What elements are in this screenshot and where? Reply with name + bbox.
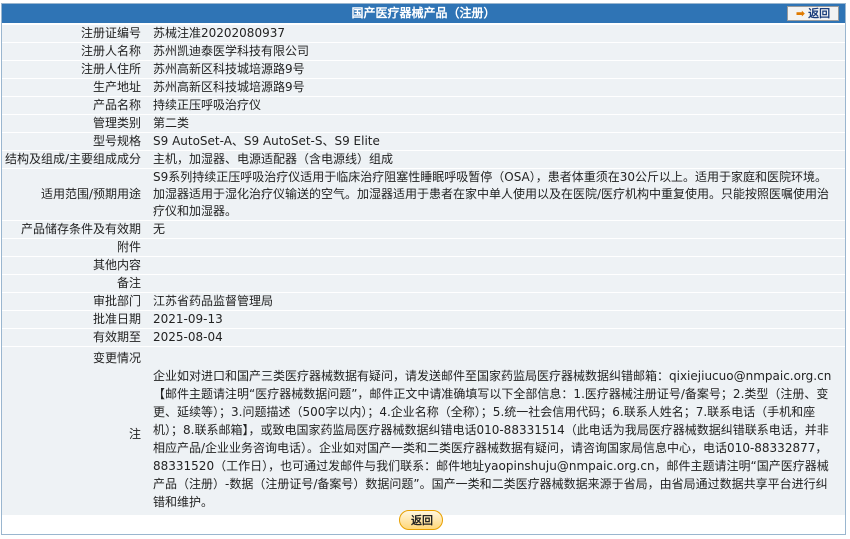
field-value — [147, 257, 845, 274]
back-arrow-icon: ➡ — [795, 7, 806, 20]
changes-and-note-block: 变更情况 注 企业如对进口和国产三类医疗器械数据有疑问，请发送邮件至国家药监局医… — [2, 347, 845, 515]
field-row-structure: 结构及组成/主要组成成分 主机，加湿器、电源适配器（含电源线）组成 — [2, 151, 845, 169]
record-panel: 国产医疗器械产品（注册） ➡ 返回 注册证编号 苏械注准20202080937 … — [1, 3, 846, 535]
field-value: S9系列持续正压呼吸治疗仪适用于临床治疗阻塞性睡眠呼吸暂停（OSA），患者体重须… — [153, 170, 830, 218]
field-label: 其他内容 — [92, 258, 141, 272]
field-row-valid-until: 有效期至 2025-08-04 — [2, 329, 845, 347]
field-row-production-address: 生产地址 苏州高新区科技城培源路9号 — [2, 79, 845, 97]
field-label: 生产地址 — [92, 80, 141, 94]
field-value: 第二类 — [153, 116, 190, 130]
field-value: 2025-08-04 — [153, 330, 223, 344]
field-value: 苏州高新区科技城培源路9号 — [153, 80, 305, 94]
field-label: 有效期至 — [92, 330, 141, 344]
note-labels: 变更情况 注 — [2, 347, 147, 515]
note-text: 企业如对进口和国产三类医疗器械数据有疑问，请发送邮件至国家药监局医疗器械数据纠错… — [153, 369, 832, 509]
field-value: 江苏省药品监督管理局 — [153, 294, 274, 308]
field-label: 结构及组成/主要组成成分 — [4, 152, 141, 166]
field-label: 备注 — [116, 276, 141, 290]
field-label: 型号规格 — [92, 134, 141, 148]
field-label: 注册人住所 — [80, 62, 141, 76]
field-label: 审批部门 — [92, 294, 141, 308]
field-label: 注册人名称 — [80, 44, 141, 58]
field-row-attachments: 附件 — [2, 239, 845, 257]
field-label: 注册证编号 — [80, 26, 141, 40]
field-value: 主机，加湿器、电源适配器（含电源线）组成 — [153, 152, 394, 166]
field-value: 苏州高新区科技城培源路9号 — [153, 62, 305, 76]
note-label: 注 — [128, 427, 141, 441]
field-value: 持续正压呼吸治疗仪 — [153, 98, 262, 112]
field-row-model-spec: 型号规格 S9 AutoSet-A、S9 AutoSet-S、S9 Elite — [2, 133, 845, 151]
field-value: 苏州凯迪泰医学科技有限公司 — [153, 44, 310, 58]
back-button-bottom-label: 返回 — [411, 514, 433, 527]
field-row-registrant-address: 注册人住所 苏州高新区科技城培源路9号 — [2, 61, 845, 79]
field-value — [147, 239, 845, 256]
field-label: 适用范围/预期用途 — [40, 187, 141, 201]
back-button-top[interactable]: ➡ 返回 — [787, 6, 839, 21]
panel-header: 国产医疗器械产品（注册） ➡ 返回 — [2, 4, 845, 23]
detail-table: 注册证编号 苏械注准20202080937 注册人名称 苏州凯迪泰医学科技有限公… — [2, 25, 845, 515]
field-label: 管理类别 — [92, 116, 141, 130]
field-row-registration-no: 注册证编号 苏械注准20202080937 — [2, 25, 845, 43]
back-button-bottom[interactable]: 返回 — [399, 510, 445, 530]
field-row-intended-use: 适用范围/预期用途 S9系列持续正压呼吸治疗仪适用于临床治疗阻塞性睡眠呼吸暂停（… — [2, 169, 845, 221]
field-value — [147, 275, 845, 292]
field-label: 产品储存条件及有效期 — [20, 222, 141, 236]
field-row-registrant-name: 注册人名称 苏州凯迪泰医学科技有限公司 — [2, 43, 845, 61]
field-value: 苏械注准20202080937 — [153, 26, 285, 40]
changes-label: 变更情况 — [92, 351, 141, 365]
field-row-storage: 产品储存条件及有效期 无 — [2, 221, 845, 239]
back-button-top-label: 返回 — [808, 7, 831, 20]
field-row-approval-date: 批准日期 2021-09-13 — [2, 311, 845, 329]
field-label: 附件 — [116, 240, 141, 254]
field-value: S9 AutoSet-A、S9 AutoSet-S、S9 Elite — [153, 134, 380, 148]
field-row-approval-dept: 审批部门 江苏省药品监督管理局 — [2, 293, 845, 311]
field-label: 批准日期 — [92, 312, 141, 326]
field-row-product-name: 产品名称 持续正压呼吸治疗仪 — [2, 97, 845, 115]
field-row-management-class: 管理类别 第二类 — [2, 115, 845, 133]
field-label: 产品名称 — [92, 98, 141, 112]
field-value: 无 — [153, 222, 166, 236]
field-value: 2021-09-13 — [153, 312, 223, 326]
field-row-other: 其他内容 — [2, 257, 845, 275]
page-title: 国产医疗器械产品（注册） — [351, 6, 496, 20]
field-row-remarks: 备注 — [2, 275, 845, 293]
